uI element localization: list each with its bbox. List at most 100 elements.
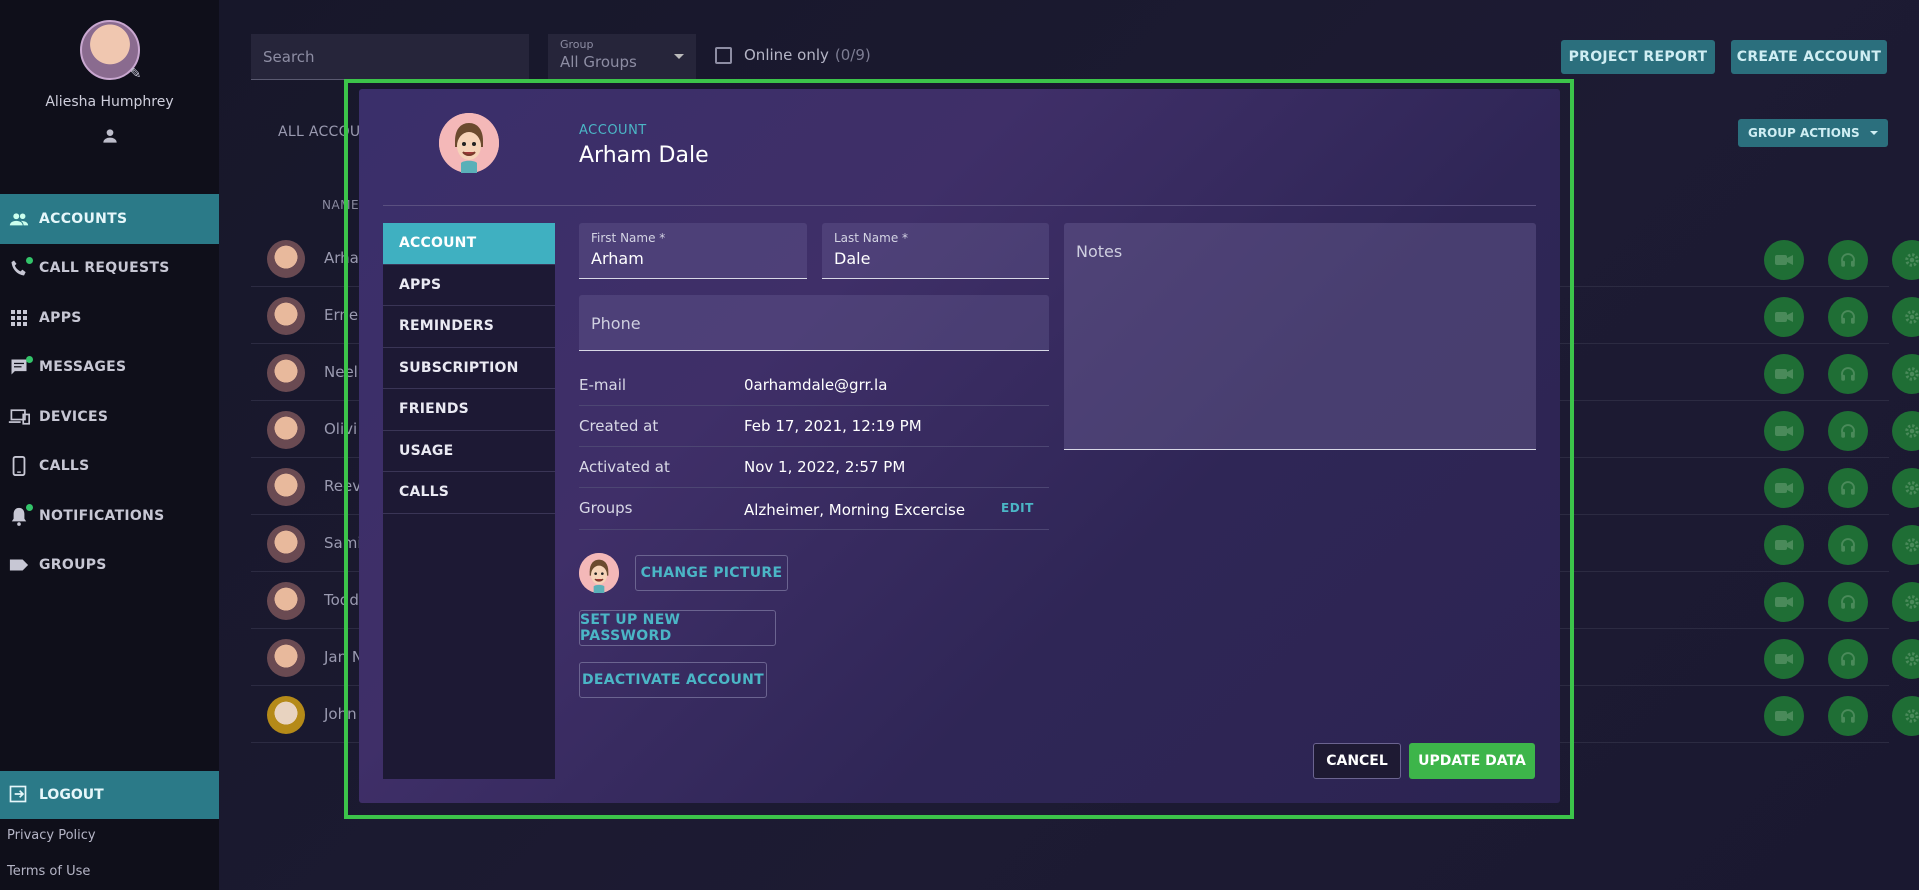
sidebar-item-label: CALL REQUESTS — [39, 260, 170, 277]
gear-icon[interactable] — [1892, 297, 1919, 337]
sidebar-item-label: MESSAGES — [39, 359, 127, 376]
sidebar-item-groups[interactable]: GROUPS — [0, 541, 219, 591]
terms-of-use-link[interactable]: Terms of Use — [7, 864, 90, 879]
gear-icon[interactable] — [1892, 582, 1919, 622]
tab-apps[interactable]: APPS — [383, 265, 555, 306]
video-call-icon[interactable] — [1764, 354, 1804, 394]
group-actions-button[interactable]: GROUP ACTIONS — [1738, 119, 1888, 147]
sidebar-item-label: GROUPS — [39, 557, 107, 574]
gear-icon[interactable] — [1892, 354, 1919, 394]
video-call-icon[interactable] — [1764, 582, 1804, 622]
status-dot — [26, 504, 33, 511]
info-value: Feb 17, 2021, 12:19 PM — [744, 417, 922, 435]
tab-usage[interactable]: USAGE — [383, 431, 555, 472]
sidebar-item-accounts[interactable]: ACCOUNTS — [0, 194, 219, 244]
logout-button[interactable]: LOGOUT — [0, 771, 219, 819]
online-only-toggle[interactable]: Online only (0/9) — [715, 46, 871, 64]
sidebar: ✎ Aliesha Humphrey ACCOUNTS CALL REQUEST… — [0, 0, 219, 890]
divider — [383, 205, 1536, 206]
info-value: Alzheimer, Morning Excercise — [744, 501, 966, 519]
logout-label: LOGOUT — [39, 787, 104, 803]
info-value: 0arhamdale@grr.la — [744, 376, 888, 394]
avatar — [267, 696, 305, 734]
headset-icon[interactable] — [1828, 639, 1868, 679]
video-call-icon[interactable] — [1764, 468, 1804, 508]
headset-icon[interactable] — [1828, 468, 1868, 508]
privacy-policy-link[interactable]: Privacy Policy — [7, 828, 96, 843]
dialog-tabs: ACCOUNT APPS REMINDERS SUBSCRIPTION FRIE… — [383, 223, 555, 779]
info-key: Groups — [579, 499, 633, 517]
project-report-button[interactable]: PROJECT REPORT — [1561, 40, 1715, 74]
smartphone-icon — [8, 455, 30, 477]
sidebar-item-label: APPS — [39, 309, 82, 326]
tab-subscription[interactable]: SUBSCRIPTION — [383, 348, 555, 389]
info-row-groups: Groups Alzheimer, Morning Excercise EDIT — [579, 488, 1049, 530]
video-call-icon[interactable] — [1764, 240, 1804, 280]
sidebar-item-label: ACCOUNTS — [39, 210, 128, 227]
headset-icon[interactable] — [1828, 582, 1868, 622]
group-actions-label: GROUP ACTIONS — [1748, 126, 1860, 140]
tab-friends[interactable]: FRIENDS — [383, 389, 555, 431]
edit-groups-button[interactable]: EDIT — [1001, 501, 1034, 515]
online-count: (0/9) — [834, 46, 871, 64]
video-call-icon[interactable] — [1764, 639, 1804, 679]
phone-field[interactable]: Phone — [579, 295, 1049, 351]
info-row-email: E-mail 0arhamdale@grr.la — [579, 365, 1049, 406]
dialog-kicker: ACCOUNT — [579, 123, 647, 138]
people-icon — [8, 208, 30, 230]
sidebar-item-apps[interactable]: APPS — [0, 293, 219, 343]
headset-icon[interactable] — [1828, 525, 1868, 565]
sidebar-item-notifications[interactable]: NOTIFICATIONS — [0, 491, 219, 541]
online-only-checkbox[interactable] — [715, 46, 732, 64]
info-row-activated: Activated at Nov 1, 2022, 2:57 PM — [579, 447, 1049, 488]
change-picture-button[interactable]: CHANGE PICTURE — [635, 555, 788, 591]
gear-icon[interactable] — [1892, 240, 1919, 280]
notes-placeholder: Notes — [1076, 242, 1123, 261]
video-call-icon[interactable] — [1764, 525, 1804, 565]
update-data-button[interactable]: UPDATE DATA — [1409, 743, 1535, 779]
last-name-value: Dale — [834, 249, 871, 268]
cancel-button[interactable]: CANCEL — [1313, 743, 1401, 779]
headset-icon[interactable] — [1828, 696, 1868, 736]
edit-pencil-icon: ✎ — [129, 66, 142, 82]
tab-calls[interactable]: CALLS — [383, 472, 555, 514]
set-up-new-password-button[interactable]: SET UP NEW PASSWORD — [579, 610, 776, 646]
search-input[interactable]: Search — [251, 34, 529, 80]
first-name-label: First Name * — [591, 231, 666, 245]
video-call-icon[interactable] — [1764, 297, 1804, 337]
devices-icon — [8, 406, 30, 428]
headset-icon[interactable] — [1828, 240, 1868, 280]
gear-icon[interactable] — [1892, 525, 1919, 565]
profile-name: Aliesha Humphrey — [45, 94, 174, 110]
headset-icon[interactable] — [1828, 297, 1868, 337]
sidebar-item-devices[interactable]: DEVICES — [0, 392, 219, 442]
last-name-field[interactable]: Last Name * Dale — [822, 223, 1049, 279]
gear-icon[interactable] — [1892, 411, 1919, 451]
sidebar-item-messages[interactable]: MESSAGES — [0, 343, 219, 393]
tab-reminders[interactable]: REMINDERS — [383, 306, 555, 348]
headset-icon[interactable] — [1828, 411, 1868, 451]
gear-icon[interactable] — [1892, 468, 1919, 508]
sidebar-item-call-requests[interactable]: CALL REQUESTS — [0, 244, 219, 294]
gear-icon[interactable] — [1892, 639, 1919, 679]
info-key: Created at — [579, 417, 659, 435]
grid-icon — [8, 307, 30, 329]
notes-field[interactable]: Notes — [1064, 223, 1536, 450]
deactivate-account-button[interactable]: DEACTIVATE ACCOUNT — [579, 662, 767, 698]
sidebar-item-calls[interactable]: CALLS — [0, 442, 219, 492]
video-call-icon[interactable] — [1764, 411, 1804, 451]
headset-icon[interactable] — [1828, 354, 1868, 394]
video-call-icon[interactable] — [1764, 696, 1804, 736]
avatar — [267, 582, 305, 620]
group-select[interactable]: Group All Groups — [548, 34, 696, 80]
person-icon[interactable] — [0, 126, 219, 146]
status-dot — [26, 355, 33, 363]
create-account-button[interactable]: CREATE ACCOUNT — [1731, 40, 1887, 74]
sidebar-item-label: CALLS — [39, 458, 90, 475]
first-name-field[interactable]: First Name * Arham — [579, 223, 807, 279]
first-name-value: Arham — [591, 249, 644, 268]
gear-icon[interactable] — [1892, 696, 1919, 736]
profile-avatar[interactable]: ✎ — [79, 20, 141, 82]
tab-account[interactable]: ACCOUNT — [383, 223, 555, 265]
account-avatar — [439, 113, 499, 173]
